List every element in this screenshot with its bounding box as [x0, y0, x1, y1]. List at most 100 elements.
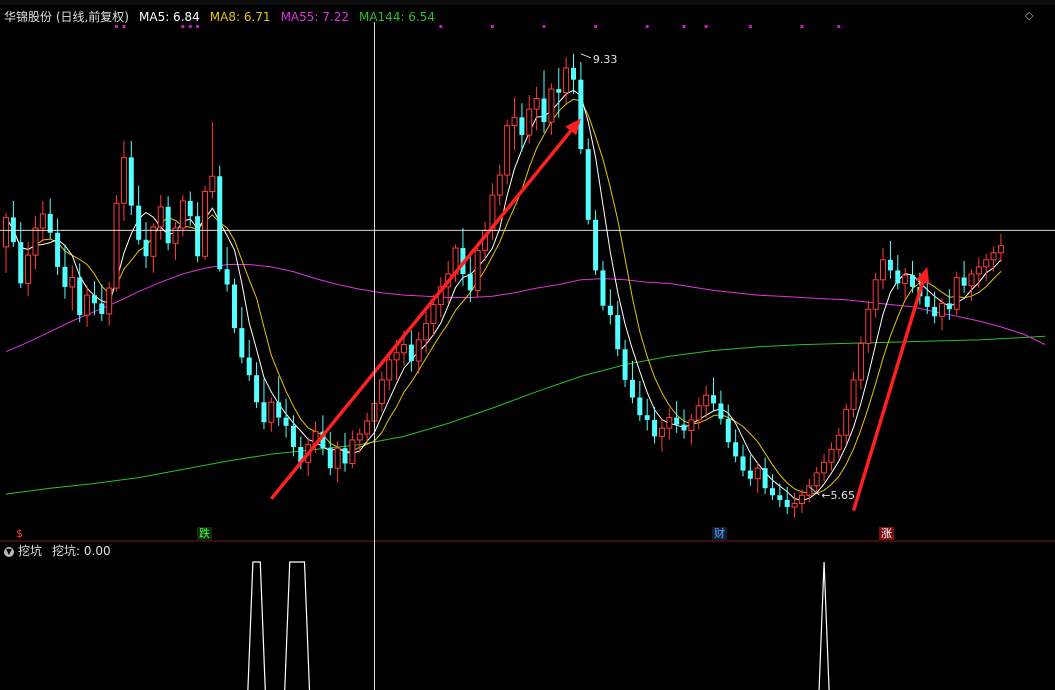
candle-body	[688, 419, 695, 432]
candle-body	[622, 349, 628, 380]
candle-body	[120, 156, 127, 204]
candle-body	[910, 275, 916, 287]
kline-chart-svg: 9.33 ←5.65	[0, 22, 1055, 690]
signal-dot	[542, 25, 546, 28]
low-price-label: ←5.65	[821, 489, 855, 502]
candle-body	[10, 217, 16, 243]
candle-body	[3, 216, 9, 248]
trend-arrow-shaft	[269, 129, 573, 500]
candle-body	[246, 357, 252, 376]
signal-dot	[594, 25, 598, 28]
ma5-line	[5, 89, 1002, 501]
candle-body	[467, 273, 473, 291]
candle-body	[349, 439, 356, 464]
candle-body	[400, 344, 407, 354]
candle-body	[143, 239, 149, 257]
candle-body	[880, 259, 887, 281]
candle-body	[283, 417, 289, 426]
candle-body	[128, 157, 134, 206]
candle-body	[615, 315, 621, 350]
candle-body	[857, 342, 864, 381]
badge-cai[interactable]: 财	[712, 527, 727, 540]
trend-arrow-head	[915, 266, 930, 285]
candle-body	[268, 401, 275, 423]
candle-body	[658, 427, 665, 437]
candle-body	[798, 494, 805, 505]
badge-zhang[interactable]: 涨	[879, 527, 894, 540]
candle-body	[99, 303, 105, 314]
settings-diamond-icon[interactable]: ◇	[1025, 9, 1033, 22]
candle-body	[84, 294, 91, 316]
candle-body	[224, 269, 230, 285]
high-price-label: 9.33	[593, 53, 618, 66]
candle-body	[217, 176, 223, 270]
candle-body	[997, 245, 1004, 254]
candle-body	[924, 296, 930, 307]
candle-body	[990, 252, 997, 261]
high-label-leader	[580, 53, 592, 59]
candle-body	[600, 270, 606, 306]
candle-body	[703, 394, 710, 407]
candle-body	[136, 205, 142, 240]
trend-arrow-shaft	[851, 281, 925, 512]
ma8-readout: MA8: 6.71	[209, 10, 271, 24]
candle-body	[777, 495, 783, 500]
candle-body	[239, 328, 245, 358]
candle-body	[496, 174, 503, 196]
candle-body	[39, 213, 46, 229]
signal-dot	[122, 25, 126, 28]
candle-body	[585, 149, 591, 220]
signal-dot	[115, 25, 119, 28]
candle-body	[113, 202, 120, 289]
candle-body	[408, 344, 414, 362]
indicator-name[interactable]: 挖坑	[18, 544, 42, 558]
candle-body	[740, 456, 746, 471]
candle-body	[386, 359, 393, 381]
ma144-line	[5, 335, 1046, 495]
candle-body	[938, 302, 945, 317]
signal-dot	[645, 25, 649, 28]
ma5-readout: MA5: 6.84	[139, 10, 200, 24]
candle-body	[895, 270, 901, 284]
candle-body	[983, 259, 990, 268]
candle-body	[430, 304, 437, 324]
candle-body	[548, 88, 555, 123]
candle-body	[378, 379, 385, 404]
candle-body	[733, 442, 739, 457]
signal-dot	[704, 25, 708, 28]
signal-dot	[181, 25, 185, 28]
candle-body	[975, 266, 982, 275]
candle-body	[637, 397, 643, 416]
candle-body	[902, 274, 909, 284]
candle-body	[201, 191, 208, 257]
candle-body	[150, 226, 157, 257]
candle-body	[695, 405, 702, 421]
candle-body	[231, 284, 237, 329]
candle-body	[195, 216, 201, 257]
candle-body	[961, 277, 967, 286]
candle-body	[77, 277, 83, 316]
candle-body	[932, 306, 938, 317]
signal-dot	[439, 25, 443, 28]
candle-body	[593, 219, 599, 271]
ma144-readout: MA144: 6.54	[358, 10, 436, 24]
candle-body	[165, 206, 171, 244]
badge-s[interactable]: $	[14, 527, 25, 540]
candle-body	[393, 352, 400, 361]
candle-body	[356, 433, 363, 441]
signal-dot	[490, 25, 494, 28]
candle-body	[747, 470, 753, 479]
main-chart-header: 华锦股份 (日线,前复权) MA5: 6.84 MA8: 6.71 MA55: 7.2…	[4, 8, 435, 25]
candle-body	[570, 67, 576, 80]
candle-body	[666, 417, 673, 429]
candle-body	[423, 322, 430, 341]
candle-body	[946, 303, 952, 310]
chevron-down-icon[interactable]: ▼	[4, 546, 14, 557]
candle-body	[364, 420, 371, 435]
candle-body	[652, 419, 658, 437]
candle-body	[813, 472, 820, 487]
candle-body	[415, 339, 422, 362]
candle-body	[209, 175, 216, 193]
badge-die[interactable]: 跌	[197, 527, 212, 540]
indicator-peak	[818, 561, 830, 690]
